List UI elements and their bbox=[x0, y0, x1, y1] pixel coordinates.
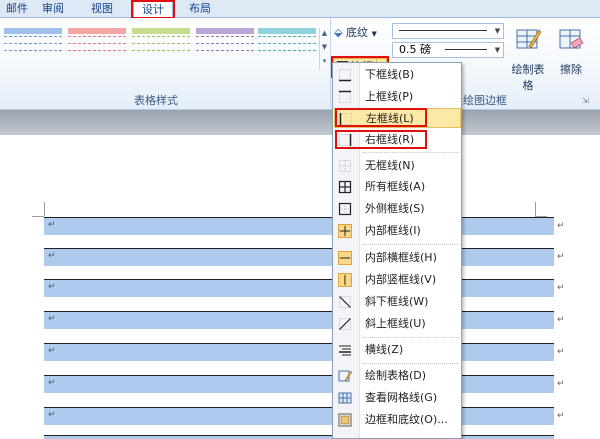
menu-item-outside-borders[interactable]: 外侧框线(S) bbox=[334, 199, 461, 219]
row-end-mark: ↵ bbox=[557, 283, 565, 293]
line-style-preview bbox=[399, 30, 487, 31]
bottom-border-icon bbox=[339, 69, 351, 82]
inside-vertical-border-icon bbox=[338, 273, 352, 287]
menu-item-right-border[interactable]: 右框线(R) bbox=[334, 130, 461, 150]
top-border-icon bbox=[339, 90, 351, 103]
tab-layout[interactable]: 布局 bbox=[180, 0, 220, 18]
eraser-button[interactable]: 擦除 bbox=[556, 26, 586, 77]
menu-separator bbox=[363, 337, 459, 338]
menu-item-view-gridlines[interactable]: 查看网格线(G) bbox=[334, 388, 461, 408]
line-weight-preview bbox=[445, 49, 487, 50]
table-styles-group-label: 表格样式 bbox=[134, 94, 178, 107]
draw-table-icon bbox=[516, 29, 542, 49]
margin-marker-left bbox=[44, 202, 45, 216]
row-end-mark: ↵ bbox=[557, 379, 565, 389]
view-gridlines-icon bbox=[338, 392, 352, 404]
table-row[interactable]: ↵ bbox=[44, 311, 554, 329]
menu-item-bottom-border[interactable]: 下框线(B) bbox=[334, 65, 461, 85]
table-row[interactable]: ↵ bbox=[44, 279, 554, 297]
ribbon-tab-bar: 邮件 审阅 视图 设计 布局 bbox=[0, 0, 600, 19]
table-row[interactable]: ↵ bbox=[44, 343, 554, 361]
draw-borders-group-label: 绘图边框 bbox=[463, 94, 507, 107]
table-row[interactable]: ↵ bbox=[44, 407, 554, 425]
menu-item-inside-vertical-border[interactable]: 内部竖框线(V) bbox=[334, 270, 461, 290]
scroll-up-icon[interactable]: ▲ bbox=[320, 28, 329, 42]
draw-table-icon bbox=[338, 370, 352, 382]
menu-separator bbox=[363, 244, 459, 245]
menu-item-inside-horizontal-border[interactable]: 内部横框线(H) bbox=[334, 248, 461, 268]
borders-shading-icon bbox=[338, 413, 352, 427]
line-style-select[interactable]: ▼ bbox=[392, 23, 504, 39]
left-border-icon bbox=[339, 113, 352, 125]
menu-item-diagonal-up-border[interactable]: 斜上框线(U) bbox=[334, 314, 461, 334]
no-border-icon bbox=[339, 160, 351, 172]
right-border-icon bbox=[339, 134, 352, 146]
gallery-more-icon[interactable]: ▾ bbox=[320, 56, 329, 70]
gallery-scroll[interactable]: ▲ ▼ ▾ bbox=[319, 28, 329, 70]
row-end-mark: ↵ bbox=[557, 252, 565, 262]
table-row[interactable]: ↵ bbox=[44, 217, 554, 235]
table-styles-gallery bbox=[0, 28, 318, 68]
tab-review[interactable]: 审阅 bbox=[34, 0, 72, 18]
line-weight-select[interactable]: 0.5 磅 ▼ bbox=[392, 42, 504, 58]
paint-bucket-icon: ⬙ bbox=[334, 26, 343, 39]
menu-item-all-borders[interactable]: 所有框线(A) bbox=[334, 177, 461, 197]
table-style-teal[interactable] bbox=[258, 28, 316, 68]
table-row[interactable]: ↵ bbox=[44, 248, 554, 266]
scroll-down-icon[interactable]: ▼ bbox=[320, 42, 329, 56]
all-borders-icon bbox=[338, 180, 352, 194]
tab-view[interactable]: 视图 bbox=[82, 0, 122, 18]
chevron-down-icon: ▼ bbox=[494, 27, 501, 35]
group-separator bbox=[330, 18, 331, 110]
table-style-red[interactable] bbox=[68, 28, 126, 68]
menu-item-diagonal-down-border[interactable]: 斜下框线(W) bbox=[334, 292, 461, 312]
draw-table-button[interactable]: 绘制表格 bbox=[508, 26, 548, 93]
shading-button[interactable]: ⬙ 底纹 ▼ bbox=[334, 24, 377, 42]
chevron-down-icon: ▼ bbox=[371, 30, 377, 38]
table-style-green[interactable] bbox=[132, 28, 190, 68]
horizontal-line-icon bbox=[339, 345, 351, 356]
borders-dropdown-menu: 下框线(B) 上框线(P) 左框线(L) 右框线(R) 无框线(N) 所有框线(… bbox=[332, 62, 462, 439]
menu-item-left-border[interactable]: 左框线(L) bbox=[334, 108, 461, 128]
table-row[interactable]: ↵ bbox=[44, 375, 554, 393]
row-end-mark: ↵ bbox=[557, 315, 565, 325]
eraser-icon bbox=[559, 29, 584, 49]
margin-marker-right bbox=[535, 202, 536, 216]
menu-item-inside-borders[interactable]: 内部框线(I) bbox=[334, 221, 461, 241]
diagonal-down-border-icon bbox=[339, 296, 351, 308]
table-style-purple[interactable] bbox=[196, 28, 254, 68]
inside-horizontal-border-icon bbox=[338, 251, 352, 265]
table-row[interactable] bbox=[44, 435, 554, 439]
outside-borders-icon bbox=[338, 202, 352, 216]
menu-item-draw-table[interactable]: 绘制表格(D) bbox=[334, 366, 461, 386]
menu-separator bbox=[363, 363, 459, 364]
row-end-mark: ↵ bbox=[557, 221, 565, 231]
chevron-down-icon: ▼ bbox=[494, 46, 501, 54]
menu-item-top-border[interactable]: 上框线(P) bbox=[334, 87, 461, 107]
diagonal-up-border-icon bbox=[339, 318, 351, 330]
dialog-launcher-icon[interactable]: ⇲ bbox=[582, 96, 589, 105]
tab-design[interactable]: 设计 bbox=[133, 0, 173, 19]
row-end-mark: ↵ bbox=[557, 411, 565, 421]
margin-marker-left-h bbox=[32, 216, 44, 217]
tab-mailings[interactable]: 邮件 bbox=[0, 0, 34, 18]
inside-borders-icon bbox=[338, 224, 352, 238]
menu-item-borders-and-shading[interactable]: 边框和底纹(O)... bbox=[334, 410, 461, 430]
ruler-band bbox=[0, 110, 600, 135]
menu-item-no-border[interactable]: 无框线(N) bbox=[334, 156, 461, 176]
menu-item-horizontal-line[interactable]: 横线(Z) bbox=[334, 340, 461, 360]
table-style-blue[interactable] bbox=[4, 28, 62, 68]
menu-separator bbox=[363, 152, 459, 153]
ribbon: ▲ ▼ ▾ 表格样式 ⬙ 底纹 ▼ 边框 ▼ ▼ 0.5 磅 ▼ ▼ bbox=[0, 18, 600, 110]
row-end-mark: ↵ bbox=[557, 347, 565, 357]
